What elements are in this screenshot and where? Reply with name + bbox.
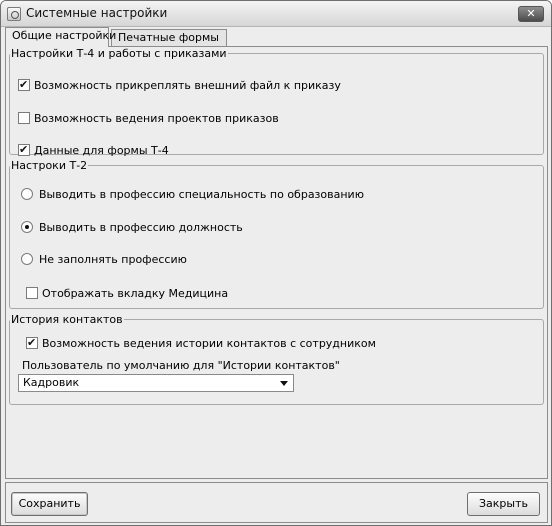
close-button[interactable]: Закрыть [467, 492, 540, 516]
contacts-history-option[interactable]: Возможность ведения истории контактов с … [26, 336, 376, 353]
t4-form-data-option[interactable]: Данные для формы Т-4 [18, 143, 169, 160]
chevron-down-icon[interactable] [280, 381, 288, 386]
close-icon: ✕ [526, 7, 536, 20]
draft-orders-option[interactable]: Возможность ведения проектов приказов [18, 112, 279, 128]
attach-file-checkbox[interactable] [18, 78, 30, 91]
no-profession-option[interactable]: Не заполнять профессию [21, 253, 187, 269]
t4-form-data-checkbox[interactable] [18, 143, 30, 156]
no-profession-radio[interactable] [21, 253, 33, 265]
profession-by-education-label: Выводить в профессию специальность по об… [39, 188, 364, 201]
window-close-button[interactable]: ✕ [518, 6, 544, 22]
title-bar: Системные настройки ✕ [1, 1, 551, 27]
profession-by-education-option[interactable]: Выводить в профессию специальность по об… [21, 188, 364, 204]
tab-bar: Общие настройки Печатные формы [1, 27, 551, 47]
window-title: Системные настройки [26, 6, 168, 20]
default-user-label: Пользователь по умолчанию для "Истории к… [22, 359, 340, 372]
contacts-history-label: Возможность ведения истории контактов с … [42, 337, 376, 350]
t4-settings-group: Настройки Т-4 и работы с приказами Возмо… [9, 47, 544, 157]
t4-form-data-label: Данные для формы Т-4 [34, 144, 169, 157]
medicine-tab-label: Отображать вкладку Медицина [42, 287, 229, 300]
general-settings-page: Настройки Т-4 и работы с приказами Возмо… [5, 46, 548, 479]
t4-settings-legend: Настройки Т-4 и работы с приказами [11, 47, 227, 60]
contacts-history-checkbox[interactable] [26, 336, 38, 349]
medicine-tab-option[interactable]: Отображать вкладку Медицина [26, 287, 228, 303]
save-button[interactable]: Сохранить [11, 492, 88, 516]
settings-window: Системные настройки ✕ Общие настройки Пе… [0, 0, 552, 526]
draft-orders-label: Возможность ведения проектов приказов [34, 112, 279, 125]
attach-file-label: Возможность прикреплять внешний файл к п… [34, 79, 341, 92]
profession-by-position-radio[interactable] [21, 221, 33, 233]
default-user-select[interactable]: Кадровик [18, 374, 294, 392]
button-bar: Сохранить Закрыть [5, 482, 548, 523]
profession-by-position-label: Выводить в профессию должность [39, 221, 243, 234]
tab-general-settings[interactable]: Общие настройки [5, 27, 116, 47]
profession-by-education-radio[interactable] [21, 188, 33, 200]
profession-by-position-option[interactable]: Выводить в профессию должность [21, 221, 243, 237]
attach-file-option[interactable]: Возможность прикреплять внешний файл к п… [18, 78, 341, 95]
t2-settings-legend: Настроки Т-2 [11, 159, 88, 172]
contacts-history-legend: История контактов [11, 313, 123, 326]
tab-print-forms[interactable]: Печатные формы [111, 29, 227, 47]
medicine-tab-checkbox[interactable] [26, 287, 38, 299]
no-profession-label: Не заполнять профессию [39, 253, 187, 266]
app-icon [7, 7, 21, 21]
t2-settings-group: Настроки Т-2 Выводить в профессию специа… [9, 159, 544, 309]
default-user-value: Кадровик [23, 376, 80, 389]
draft-orders-checkbox[interactable] [18, 112, 30, 124]
